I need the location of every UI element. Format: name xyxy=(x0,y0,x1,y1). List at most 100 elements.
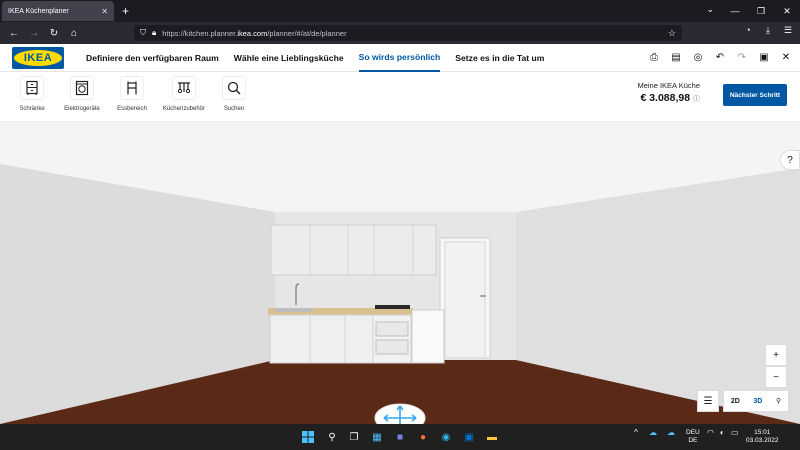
home-icon[interactable]: ⌂ xyxy=(64,28,84,39)
step-choose-kitchen[interactable]: Wähle eine Lieblingsküche xyxy=(234,44,344,72)
address-bar[interactable]: ⛉ 🔒︎ https://kitchen.planner. ikea.com/pl… xyxy=(134,25,682,41)
wifi-icon[interactable]: ◠ xyxy=(707,428,714,437)
edge-icon[interactable]: ◉ xyxy=(438,429,454,445)
plus-icon: + xyxy=(773,349,779,361)
browser-tab[interactable]: IKEA Küchenplaner ✕ xyxy=(2,1,114,21)
cart-label: Meine IKEA Küche xyxy=(637,81,700,90)
walk-icon[interactable]: ⚲ xyxy=(776,397,781,405)
taskbar-search-icon[interactable]: ⚲ xyxy=(324,429,340,445)
ikea-logo[interactable]: IKEA xyxy=(12,47,64,69)
tool-dining[interactable]: Essbereich xyxy=(104,76,160,112)
header-actions: ⎙ ▤ ◎ ↶ ↷ ▣ ✕ xyxy=(646,50,794,66)
clock[interactable]: 15:01 03.03.2022 xyxy=(746,429,779,445)
clock-time: 15:01 xyxy=(754,429,771,436)
url-suffix: /planner/#/at/de/planner xyxy=(267,28,347,38)
cart-price-row: € 3.088,98 ⓘ xyxy=(637,92,700,104)
close-tab-icon[interactable]: ✕ xyxy=(101,7,108,16)
tab-title: IKEA Küchenplaner xyxy=(8,7,69,15)
file-explorer-icon[interactable]: ▬ xyxy=(484,429,500,445)
sliders-icon: ☰ xyxy=(703,395,713,407)
new-tab-button[interactable]: + xyxy=(122,4,129,18)
minus-icon: − xyxy=(773,371,779,383)
step-define-room[interactable]: Definiere den verfügbaren Raum xyxy=(86,44,219,72)
info-icon[interactable]: ⓘ xyxy=(693,96,700,103)
mode-2d-button[interactable]: 2D xyxy=(731,398,740,405)
volume-icon[interactable]: ◖ xyxy=(719,428,724,437)
settings-button[interactable]: ☰ xyxy=(697,390,719,412)
tool-cabinets[interactable]: Schränke xyxy=(4,76,60,112)
windows-start-icon[interactable] xyxy=(300,429,316,445)
pocket-icon[interactable]: ◔ xyxy=(740,25,756,36)
windows-taskbar: ⚲ ❐ ▦ ■ ● ◉ ▣ ▬ ^ ☁ ☁ DEU DE ◠ ◖ ▭ 15:01… xyxy=(0,424,800,450)
tool-label: Küchenzubehör xyxy=(162,106,206,112)
widgets-icon[interactable]: ▦ xyxy=(369,429,385,445)
tool-search[interactable]: Suchen xyxy=(206,76,262,112)
task-view-icon[interactable]: ❐ xyxy=(346,429,362,445)
step-realize[interactable]: Setze es in die Tat um xyxy=(455,44,544,72)
firefox-icon[interactable]: ● xyxy=(415,429,431,445)
help-button[interactable]: ? xyxy=(780,150,800,170)
help-icon: ? xyxy=(787,154,793,166)
browser-tab-bar: IKEA Küchenplaner ✕ + ⌄ — ❐ ✕ xyxy=(0,0,800,22)
search-icon xyxy=(222,76,246,100)
step-personalize[interactable]: So wirds persönlich xyxy=(358,44,441,72)
teams-chat-icon[interactable]: ■ xyxy=(392,429,408,445)
browser-toolbar-right: ◔ ⤓ ☰ xyxy=(740,25,796,36)
forward-icon[interactable]: → xyxy=(24,28,44,39)
cabinet-icon xyxy=(20,76,44,100)
print-icon[interactable]: ⎙ xyxy=(646,50,662,66)
chair-icon xyxy=(120,76,144,100)
tool-label: Schränke xyxy=(19,106,45,112)
mode-3d-button[interactable]: 3D xyxy=(753,398,762,405)
room-render xyxy=(0,122,800,424)
chat-icon[interactable]: ◎ xyxy=(690,50,706,66)
menu-icon[interactable]: ☰ xyxy=(780,25,796,36)
tool-accessories[interactable]: Küchenzubehör xyxy=(156,76,212,112)
close-planner-icon[interactable]: ✕ xyxy=(778,50,794,66)
clipboard-icon[interactable]: ▤ xyxy=(668,50,684,66)
browser-nav-bar: ← → ↻ ⌂ ⛉ 🔒︎ https://kitchen.planner. ike… xyxy=(0,22,800,44)
utensils-icon xyxy=(172,76,196,100)
step-navigation: Definiere den verfügbaren Raum Wähle ein… xyxy=(86,44,559,72)
lang-top: DEU xyxy=(686,429,700,436)
next-step-button[interactable]: Nächster Schritt xyxy=(723,84,787,106)
tool-appliances[interactable]: Elektrogeräte xyxy=(54,76,110,112)
lang-bottom: DE xyxy=(688,437,698,444)
tool-row: Schränke Elektrogeräte Essbereich Küchen… xyxy=(0,72,800,122)
bookmark-star-icon[interactable]: ☆ xyxy=(668,28,676,39)
battery-icon[interactable]: ▭ xyxy=(731,428,739,437)
tray-chevron-icon[interactable]: ^ xyxy=(634,428,638,437)
window-controls: — ❐ ✕ xyxy=(722,0,800,22)
ikea-logo-text: IKEA xyxy=(14,50,62,66)
url-prefix: https://kitchen.planner. xyxy=(162,28,238,38)
tool-label: Elektrogeräte xyxy=(64,106,100,112)
download-icon[interactable]: ⤓ xyxy=(760,25,776,36)
onedrive-icon[interactable]: ☁ xyxy=(649,428,657,437)
url-host: ikea.com xyxy=(237,28,268,38)
minimize-icon[interactable]: — xyxy=(722,0,748,22)
zoom-in-button[interactable]: + xyxy=(765,344,787,366)
restore-icon[interactable]: ❐ xyxy=(748,0,774,22)
onedrive-business-icon[interactable]: ☁ xyxy=(667,428,675,437)
undo-icon[interactable]: ↶ xyxy=(712,50,728,66)
tab-list-icon[interactable]: ⌄ xyxy=(706,4,714,15)
save-icon[interactable]: ▣ xyxy=(756,50,772,66)
redo-icon[interactable]: ↷ xyxy=(734,50,750,66)
kitchen-3d-view[interactable]: ? + − ☰ 2D 3D ⚲ xyxy=(0,122,800,424)
cart-summary: Meine IKEA Küche € 3.088,98 ⓘ xyxy=(637,81,700,104)
tool-label: Essbereich xyxy=(117,106,147,112)
language-indicator[interactable]: DEU DE xyxy=(686,429,700,445)
close-window-icon[interactable]: ✕ xyxy=(774,0,800,22)
planner-header: IKEA Definiere den verfügbaren Raum Wähl… xyxy=(0,44,800,72)
outlook-icon[interactable]: ▣ xyxy=(461,429,477,445)
lock-icon[interactable]: 🔒︎ xyxy=(152,28,156,38)
tool-label: Suchen xyxy=(223,106,245,112)
reload-icon[interactable]: ↻ xyxy=(44,28,64,39)
shield-icon[interactable]: ⛉ xyxy=(140,28,146,38)
back-icon[interactable]: ← xyxy=(4,28,24,39)
zoom-out-button[interactable]: − xyxy=(765,366,787,388)
view-mode-switch: 2D 3D ⚲ xyxy=(723,390,789,412)
appliance-icon xyxy=(70,76,94,100)
cart-price: € 3.088,98 xyxy=(640,92,691,104)
clock-date: 03.03.2022 xyxy=(746,437,779,444)
